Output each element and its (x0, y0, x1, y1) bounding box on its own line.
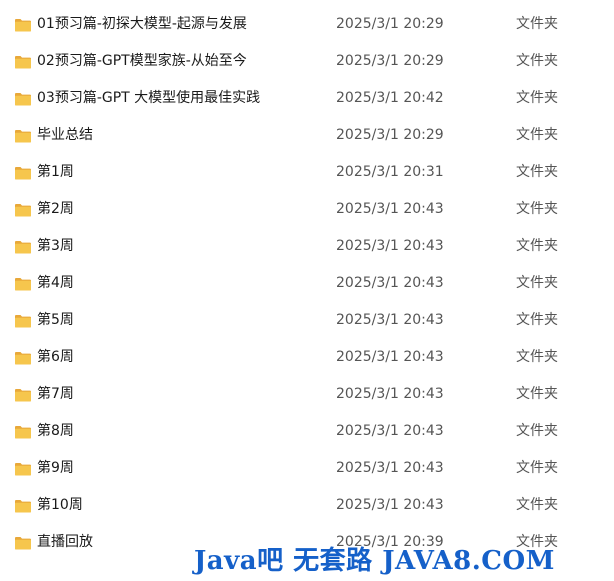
file-row[interactable]: 第10周 2025/3/1 20:43 文件夹 (0, 487, 614, 524)
file-name: 01预习篇-初探大模型-起源与发展 (37, 16, 247, 32)
folder-icon (14, 92, 32, 106)
file-modified-date: 2025/3/1 20:43 (336, 238, 444, 254)
folder-icon (14, 351, 32, 365)
file-modified-date: 2025/3/1 20:43 (336, 275, 444, 291)
folder-icon (14, 499, 32, 513)
folder-icon (14, 203, 32, 217)
file-row[interactable]: 第4周 2025/3/1 20:43 文件夹 (0, 265, 614, 302)
file-name: 直播回放 (37, 534, 93, 550)
file-name: 第2周 (37, 201, 74, 217)
file-row[interactable]: 第6周 2025/3/1 20:43 文件夹 (0, 339, 614, 376)
folder-icon (14, 314, 32, 328)
file-type: 文件夹 (516, 201, 558, 217)
file-row[interactable]: 第9周 2025/3/1 20:43 文件夹 (0, 450, 614, 487)
file-row[interactable]: 02预习篇-GPT模型家族-从始至今 2025/3/1 20:29 文件夹 (0, 43, 614, 80)
folder-icon (14, 536, 32, 550)
file-modified-date: 2025/3/1 20:43 (336, 460, 444, 476)
file-modified-date: 2025/3/1 20:29 (336, 16, 444, 32)
file-type: 文件夹 (516, 312, 558, 328)
file-name: 第4周 (37, 275, 74, 291)
file-type: 文件夹 (516, 164, 558, 180)
folder-icon (14, 277, 32, 291)
file-row[interactable]: 03预习篇-GPT 大模型使用最佳实践 2025/3/1 20:42 文件夹 (0, 80, 614, 117)
file-row[interactable]: 第7周 2025/3/1 20:43 文件夹 (0, 376, 614, 413)
file-name: 第6周 (37, 349, 74, 365)
file-name: 第10周 (37, 497, 83, 513)
file-modified-date: 2025/3/1 20:31 (336, 164, 444, 180)
file-name: 毕业总结 (37, 127, 93, 143)
file-modified-date: 2025/3/1 20:29 (336, 53, 444, 69)
file-row[interactable]: 第5周 2025/3/1 20:43 文件夹 (0, 302, 614, 339)
file-modified-date: 2025/3/1 20:43 (336, 312, 444, 328)
folder-icon (14, 55, 32, 69)
file-name: 第9周 (37, 460, 74, 476)
file-type: 文件夹 (516, 53, 558, 69)
folder-icon (14, 425, 32, 439)
file-name: 第1周 (37, 164, 74, 180)
folder-icon (14, 462, 32, 476)
file-name: 第3周 (37, 238, 74, 254)
folder-icon (14, 388, 32, 402)
watermark: Java吧 无套路 JAVA8.COM (194, 546, 555, 576)
folder-icon (14, 166, 32, 180)
file-name: 03预习篇-GPT 大模型使用最佳实践 (37, 90, 261, 106)
file-type: 文件夹 (516, 460, 558, 476)
file-type: 文件夹 (516, 423, 558, 439)
file-modified-date: 2025/3/1 20:43 (336, 349, 444, 365)
folder-icon (14, 129, 32, 143)
file-type: 文件夹 (516, 238, 558, 254)
file-row[interactable]: 01预习篇-初探大模型-起源与发展 2025/3/1 20:29 文件夹 (0, 6, 614, 43)
file-name: 第5周 (37, 312, 74, 328)
file-modified-date: 2025/3/1 20:29 (336, 127, 444, 143)
file-type: 文件夹 (516, 275, 558, 291)
file-type: 文件夹 (516, 386, 558, 402)
file-row[interactable]: 第1周 2025/3/1 20:31 文件夹 (0, 154, 614, 191)
file-modified-date: 2025/3/1 20:43 (336, 386, 444, 402)
file-row[interactable]: 第2周 2025/3/1 20:43 文件夹 (0, 191, 614, 228)
file-row[interactable]: 毕业总结 2025/3/1 20:29 文件夹 (0, 117, 614, 154)
file-type: 文件夹 (516, 349, 558, 365)
file-type: 文件夹 (516, 16, 558, 32)
file-list: 01预习篇-初探大模型-起源与发展 2025/3/1 20:29 文件夹 02预… (0, 6, 614, 561)
folder-icon (14, 18, 32, 32)
file-modified-date: 2025/3/1 20:42 (336, 90, 444, 106)
file-row[interactable]: 第3周 2025/3/1 20:43 文件夹 (0, 228, 614, 265)
file-modified-date: 2025/3/1 20:43 (336, 497, 444, 513)
file-type: 文件夹 (516, 497, 558, 513)
file-type: 文件夹 (516, 127, 558, 143)
file-name: 第8周 (37, 423, 74, 439)
file-type: 文件夹 (516, 90, 558, 106)
file-modified-date: 2025/3/1 20:43 (336, 201, 444, 217)
file-modified-date: 2025/3/1 20:43 (336, 423, 444, 439)
file-name: 02预习篇-GPT模型家族-从始至今 (37, 53, 247, 69)
folder-icon (14, 240, 32, 254)
file-row[interactable]: 第8周 2025/3/1 20:43 文件夹 (0, 413, 614, 450)
file-name: 第7周 (37, 386, 74, 402)
